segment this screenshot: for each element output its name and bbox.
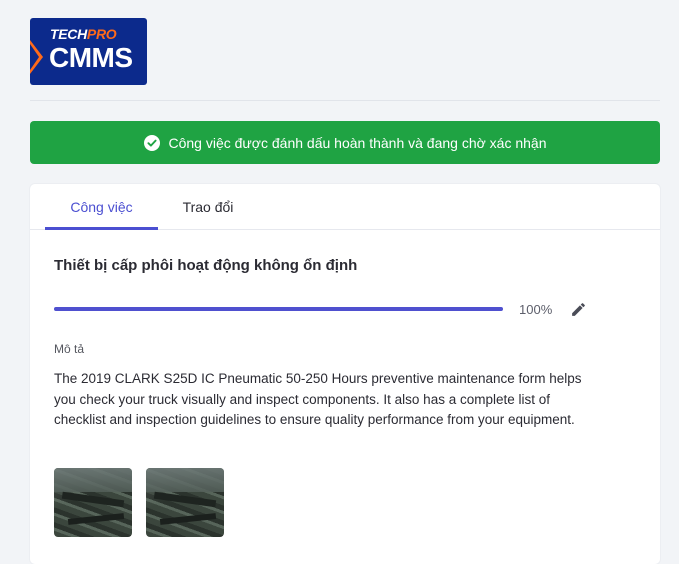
description-label: Mô tả <box>54 342 85 356</box>
progress-percentage: 100% <box>519 302 553 317</box>
header-divider <box>30 100 660 101</box>
description-text: The 2019 CLARK S25D IC Pneumatic 50-250 … <box>54 371 582 427</box>
banner-message: Công việc được đánh dấu hoàn thành và đa… <box>168 134 547 151</box>
progress-fill <box>54 307 503 311</box>
tab-trao-doi[interactable]: Trao đổi <box>166 184 250 229</box>
logo-pro-text: PRO <box>86 26 117 42</box>
tab-cong-viec[interactable]: Công việc <box>45 184 158 230</box>
attachment-thumbnail[interactable] <box>146 468 224 537</box>
attachment-thumbnail[interactable] <box>54 468 132 537</box>
pencil-icon[interactable] <box>570 301 587 318</box>
techpro-cmms-logo[interactable]: TECHPRO CMMS <box>30 18 147 85</box>
success-banner: Công việc được đánh dấu hoàn thành và đa… <box>30 121 660 164</box>
tab-bar: Công việc Trao đổi <box>30 184 660 230</box>
task-card: Công việc Trao đổi Thiết bị cấp phôi hoạ… <box>30 184 660 564</box>
logo-cmms-text: CMMS <box>49 42 133 73</box>
task-title: Thiết bị cấp phôi hoạt động không ổn địn… <box>54 257 358 274</box>
check-circle-icon <box>143 134 160 151</box>
logo-brand-top: TECHPRO <box>50 26 117 42</box>
logo-tech-text: TECH <box>50 26 87 42</box>
progress-bar <box>54 307 503 311</box>
